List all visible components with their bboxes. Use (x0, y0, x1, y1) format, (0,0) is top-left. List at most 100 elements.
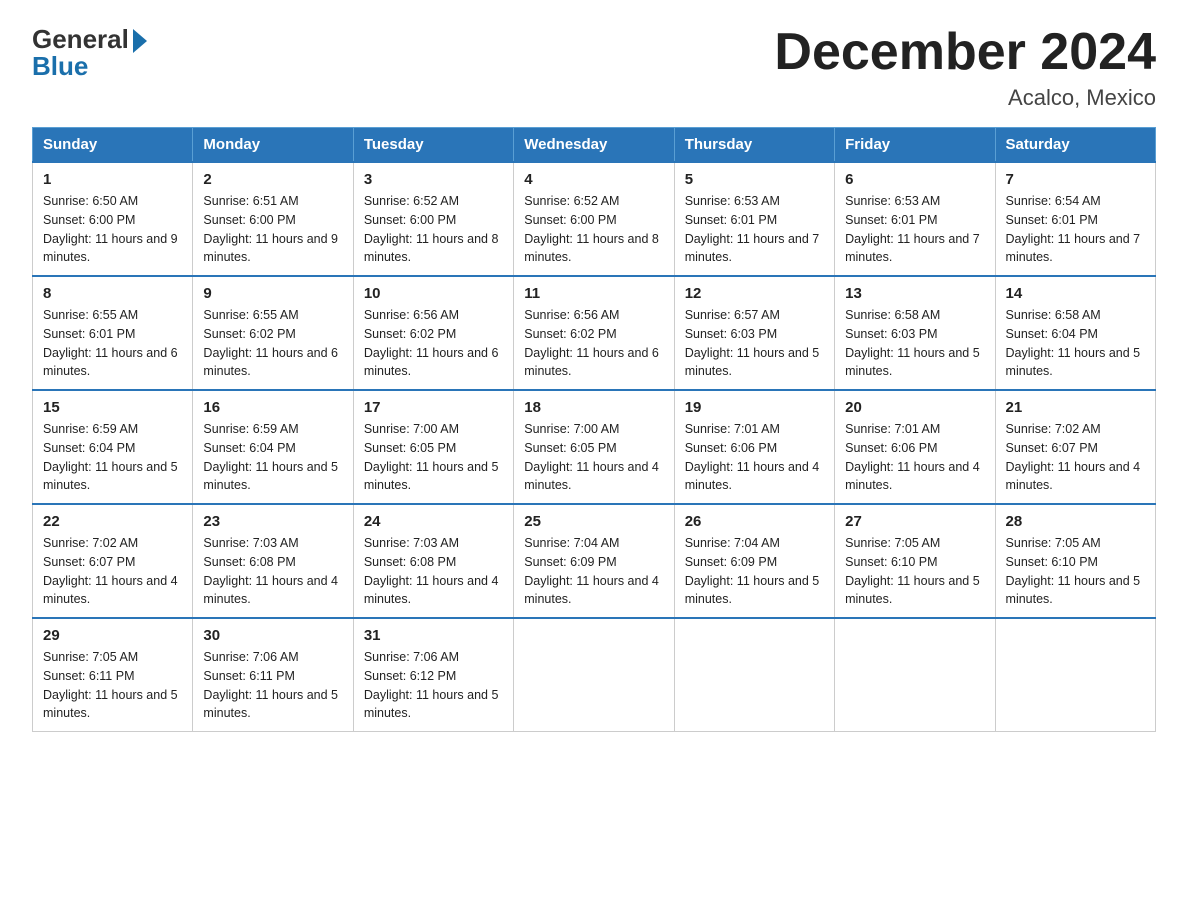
day-info: Sunrise: 7:03 AMSunset: 6:08 PMDaylight:… (364, 534, 503, 609)
day-info: Sunrise: 6:56 AMSunset: 6:02 PMDaylight:… (524, 306, 663, 381)
day-number: 25 (524, 513, 663, 530)
day-number: 20 (845, 399, 984, 416)
day-info: Sunrise: 6:51 AMSunset: 6:00 PMDaylight:… (203, 192, 342, 267)
calendar-cell: 8 Sunrise: 6:55 AMSunset: 6:01 PMDaylight… (33, 276, 193, 390)
day-number: 14 (1006, 285, 1145, 302)
calendar-cell (995, 618, 1155, 732)
calendar-cell: 26Sunrise: 7:04 AMSunset: 6:09 PMDayligh… (674, 504, 834, 618)
day-number: 6 (845, 171, 984, 188)
calendar-header-row: SundayMondayTuesdayWednesdayThursdayFrid… (33, 128, 1156, 163)
day-info: Sunrise: 7:02 AMSunset: 6:07 PMDaylight:… (1006, 420, 1145, 495)
day-info: Sunrise: 7:00 AMSunset: 6:05 PMDaylight:… (524, 420, 663, 495)
calendar-cell: 18 Sunrise: 7:00 AMSunset: 6:05 PMDayligh… (514, 390, 674, 504)
logo: General Blue (32, 24, 147, 82)
day-number: 21 (1006, 399, 1145, 416)
day-number: 12 (685, 285, 824, 302)
day-info: Sunrise: 7:03 AMSunset: 6:08 PMDaylight:… (203, 534, 342, 609)
day-number: 1 (43, 171, 182, 188)
calendar-header-wednesday: Wednesday (514, 128, 674, 163)
day-number: 7 (1006, 171, 1145, 188)
calendar-cell: 12Sunrise: 6:57 AMSunset: 6:03 PMDayligh… (674, 276, 834, 390)
day-number: 2 (203, 171, 342, 188)
day-info: Sunrise: 7:01 AMSunset: 6:06 PMDaylight:… (845, 420, 984, 495)
calendar-cell: 7 Sunrise: 6:54 AMSunset: 6:01 PMDaylight… (995, 162, 1155, 276)
day-number: 19 (685, 399, 824, 416)
day-info: Sunrise: 6:52 AMSunset: 6:00 PMDaylight:… (364, 192, 503, 267)
day-info: Sunrise: 6:58 AMSunset: 6:03 PMDaylight:… (845, 306, 984, 381)
day-info: Sunrise: 7:04 AMSunset: 6:09 PMDaylight:… (524, 534, 663, 609)
calendar-cell: 2 Sunrise: 6:51 AMSunset: 6:00 PMDaylight… (193, 162, 353, 276)
week-row-5: 29 Sunrise: 7:05 AMSunset: 6:11 PMDayligh… (33, 618, 1156, 732)
calendar-cell: 21 Sunrise: 7:02 AMSunset: 6:07 PMDayligh… (995, 390, 1155, 504)
calendar-cell: 3 Sunrise: 6:52 AMSunset: 6:00 PMDaylight… (353, 162, 513, 276)
calendar-cell: 11 Sunrise: 6:56 AMSunset: 6:02 PMDayligh… (514, 276, 674, 390)
calendar-header-monday: Monday (193, 128, 353, 163)
calendar-cell (674, 618, 834, 732)
day-number: 11 (524, 285, 663, 302)
calendar-header-friday: Friday (835, 128, 995, 163)
day-info: Sunrise: 6:52 AMSunset: 6:00 PMDaylight:… (524, 192, 663, 267)
calendar-cell: 9Sunrise: 6:55 AMSunset: 6:02 PMDaylight… (193, 276, 353, 390)
week-row-2: 8 Sunrise: 6:55 AMSunset: 6:01 PMDaylight… (33, 276, 1156, 390)
day-number: 15 (43, 399, 182, 416)
calendar-cell: 27Sunrise: 7:05 AMSunset: 6:10 PMDayligh… (835, 504, 995, 618)
day-number: 18 (524, 399, 663, 416)
title-block: December 2024 Acalco, Mexico (774, 24, 1156, 111)
calendar-cell: 16 Sunrise: 6:59 AMSunset: 6:04 PMDayligh… (193, 390, 353, 504)
day-info: Sunrise: 7:02 AMSunset: 6:07 PMDaylight:… (43, 534, 182, 609)
day-info: Sunrise: 7:01 AMSunset: 6:06 PMDaylight:… (685, 420, 824, 495)
day-info: Sunrise: 6:58 AMSunset: 6:04 PMDaylight:… (1006, 306, 1145, 381)
day-number: 23 (203, 513, 342, 530)
calendar-cell: 30Sunrise: 7:06 AMSunset: 6:11 PMDayligh… (193, 618, 353, 732)
calendar-cell: 20 Sunrise: 7:01 AMSunset: 6:06 PMDayligh… (835, 390, 995, 504)
calendar-cell: 25 Sunrise: 7:04 AMSunset: 6:09 PMDayligh… (514, 504, 674, 618)
calendar-cell: 14 Sunrise: 6:58 AMSunset: 6:04 PMDayligh… (995, 276, 1155, 390)
day-number: 13 (845, 285, 984, 302)
day-info: Sunrise: 6:54 AMSunset: 6:01 PMDaylight:… (1006, 192, 1145, 267)
day-info: Sunrise: 6:56 AMSunset: 6:02 PMDaylight:… (364, 306, 503, 381)
day-info: Sunrise: 6:59 AMSunset: 6:04 PMDaylight:… (43, 420, 182, 495)
day-number: 3 (364, 171, 503, 188)
day-number: 26 (685, 513, 824, 530)
calendar-header-tuesday: Tuesday (353, 128, 513, 163)
day-number: 31 (364, 627, 503, 644)
day-info: Sunrise: 6:50 AMSunset: 6:00 PMDaylight:… (43, 192, 182, 267)
day-info: Sunrise: 6:53 AMSunset: 6:01 PMDaylight:… (845, 192, 984, 267)
calendar-cell: 10Sunrise: 6:56 AMSunset: 6:02 PMDayligh… (353, 276, 513, 390)
day-info: Sunrise: 7:06 AMSunset: 6:12 PMDaylight:… (364, 648, 503, 723)
logo-arrow-icon (133, 29, 147, 53)
day-info: Sunrise: 7:05 AMSunset: 6:11 PMDaylight:… (43, 648, 182, 723)
calendar-header-saturday: Saturday (995, 128, 1155, 163)
calendar-cell: 23 Sunrise: 7:03 AMSunset: 6:08 PMDayligh… (193, 504, 353, 618)
week-row-4: 22 Sunrise: 7:02 AMSunset: 6:07 PMDayligh… (33, 504, 1156, 618)
calendar-table: SundayMondayTuesdayWednesdayThursdayFrid… (32, 127, 1156, 732)
day-number: 27 (845, 513, 984, 530)
day-info: Sunrise: 6:59 AMSunset: 6:04 PMDaylight:… (203, 420, 342, 495)
calendar-cell: 28Sunrise: 7:05 AMSunset: 6:10 PMDayligh… (995, 504, 1155, 618)
day-number: 29 (43, 627, 182, 644)
day-info: Sunrise: 7:00 AMSunset: 6:05 PMDaylight:… (364, 420, 503, 495)
day-number: 22 (43, 513, 182, 530)
calendar-cell: 22 Sunrise: 7:02 AMSunset: 6:07 PMDayligh… (33, 504, 193, 618)
day-info: Sunrise: 6:55 AMSunset: 6:01 PMDaylight:… (43, 306, 182, 381)
day-number: 24 (364, 513, 503, 530)
subtitle: Acalco, Mexico (774, 85, 1156, 111)
logo-blue-text: Blue (32, 51, 88, 82)
day-info: Sunrise: 6:55 AMSunset: 6:02 PMDaylight:… (203, 306, 342, 381)
day-number: 16 (203, 399, 342, 416)
calendar-cell: 29 Sunrise: 7:05 AMSunset: 6:11 PMDayligh… (33, 618, 193, 732)
main-title: December 2024 (774, 24, 1156, 81)
calendar-cell: 6 Sunrise: 6:53 AMSunset: 6:01 PMDaylight… (835, 162, 995, 276)
calendar-cell: 17 Sunrise: 7:00 AMSunset: 6:05 PMDayligh… (353, 390, 513, 504)
day-number: 17 (364, 399, 503, 416)
calendar-cell: 24 Sunrise: 7:03 AMSunset: 6:08 PMDayligh… (353, 504, 513, 618)
day-number: 30 (203, 627, 342, 644)
day-info: Sunrise: 7:05 AMSunset: 6:10 PMDaylight:… (1006, 534, 1145, 609)
day-number: 4 (524, 171, 663, 188)
day-info: Sunrise: 6:53 AMSunset: 6:01 PMDaylight:… (685, 192, 824, 267)
calendar-cell: 31 Sunrise: 7:06 AMSunset: 6:12 PMDayligh… (353, 618, 513, 732)
week-row-1: 1 Sunrise: 6:50 AMSunset: 6:00 PMDaylight… (33, 162, 1156, 276)
calendar-cell: 5Sunrise: 6:53 AMSunset: 6:01 PMDaylight… (674, 162, 834, 276)
day-number: 8 (43, 285, 182, 302)
calendar-cell: 19 Sunrise: 7:01 AMSunset: 6:06 PMDayligh… (674, 390, 834, 504)
